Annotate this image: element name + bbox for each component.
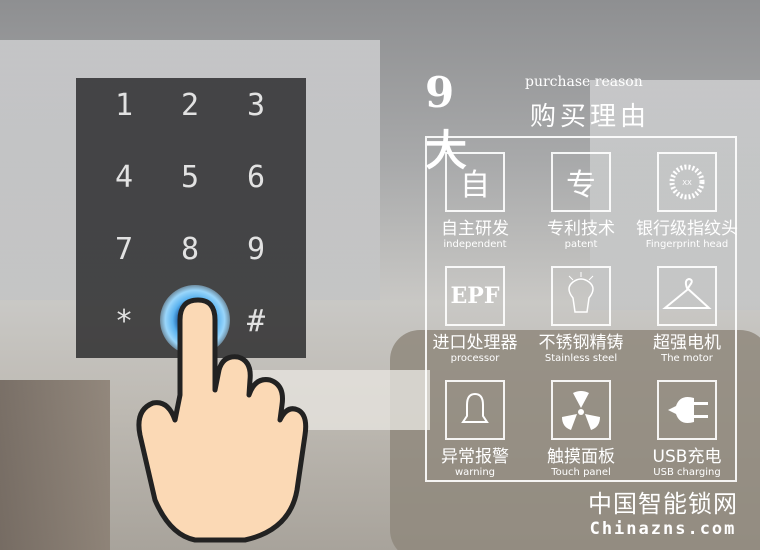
zi-character-icon: 自 [445, 152, 505, 212]
heading-chinese: 购买理由 [530, 102, 651, 132]
feature-item: 自自主研发 independent [420, 152, 530, 250]
keypad-key[interactable]: 1 [94, 88, 154, 123]
feature-item: EPF 进口处理器 processor [420, 266, 530, 364]
feature-subtitle: Fingerprint head [645, 239, 729, 250]
feature-item: 超强电机 The motor [632, 266, 742, 364]
radiation-icon [551, 380, 611, 440]
epf-icon: EPF [445, 266, 505, 326]
background-bench [0, 380, 110, 550]
keypad-key[interactable]: 2 [160, 88, 220, 123]
feature-glyph: EPF [450, 283, 500, 309]
feature-subtitle: Stainless steel [544, 353, 618, 364]
svg-text:XX: XX [682, 179, 692, 187]
feature-title: 异常报警 [441, 447, 509, 467]
plug-icon [657, 380, 717, 440]
feature-item: USB充电 USB charging [632, 380, 742, 478]
feature-subtitle: The motor [661, 353, 713, 364]
keypad-key[interactable]: 3 [226, 88, 286, 123]
feature-title: USB充电 [652, 447, 722, 467]
heading-english: purchase reason [525, 74, 643, 90]
hanger-icon [657, 266, 717, 326]
bell-icon [445, 380, 505, 440]
watermark: 中国智能锁网 Chinazns.com [588, 484, 738, 539]
keypad-key[interactable]: 5 [160, 160, 220, 195]
feature-subtitle: independent [443, 239, 507, 250]
keypad-key[interactable]: 6 [226, 160, 286, 195]
keypad-key[interactable]: 8 [160, 232, 220, 267]
fingerprint-sensor-icon: XX [657, 152, 717, 212]
feature-title: 超强电机 [653, 333, 721, 353]
feature-subtitle: Touch panel [551, 467, 611, 478]
feature-subtitle: USB charging [653, 467, 721, 478]
feature-subtitle: patent [564, 239, 598, 250]
feature-subtitle: warning [454, 467, 496, 478]
watermark-cn: 中国智能锁网 [588, 490, 738, 518]
feature-item: 异常报警 warning [420, 380, 530, 478]
feature-title: 触摸面板 [547, 447, 615, 467]
keypad-key[interactable]: 9 [226, 232, 286, 267]
feature-title: 不锈钢精铸 [538, 333, 624, 353]
feature-title: 进口处理器 [432, 333, 518, 353]
feature-glyph: 自 [460, 168, 490, 203]
light-bulb-icon [551, 266, 611, 326]
feature-item: 专专利技术 patent [526, 152, 636, 250]
heading-nine: 9 [425, 68, 455, 117]
feature-item: XX 银行级指纹头 Fingerprint head [632, 152, 742, 250]
product-banner: 123456789*0# 9大 purchase reason 购买理由 中国智… [0, 0, 760, 550]
feature-glyph: 专 [566, 168, 596, 203]
pointing-hand-icon [136, 297, 309, 543]
keypad-key[interactable]: 4 [94, 160, 154, 195]
feature-title: 银行级指纹头 [636, 219, 738, 239]
feature-item: 不锈钢精铸 Stainless steel [526, 266, 636, 364]
keypad-key[interactable]: 7 [94, 232, 154, 267]
feature-title: 专利技术 [547, 219, 615, 239]
feature-title: 自主研发 [441, 219, 509, 239]
feature-item: 触摸面板 Touch panel [526, 380, 636, 478]
zhuan-character-icon: 专 [551, 152, 611, 212]
watermark-en: Chinazns.com [589, 519, 737, 539]
feature-subtitle: processor [450, 353, 500, 364]
